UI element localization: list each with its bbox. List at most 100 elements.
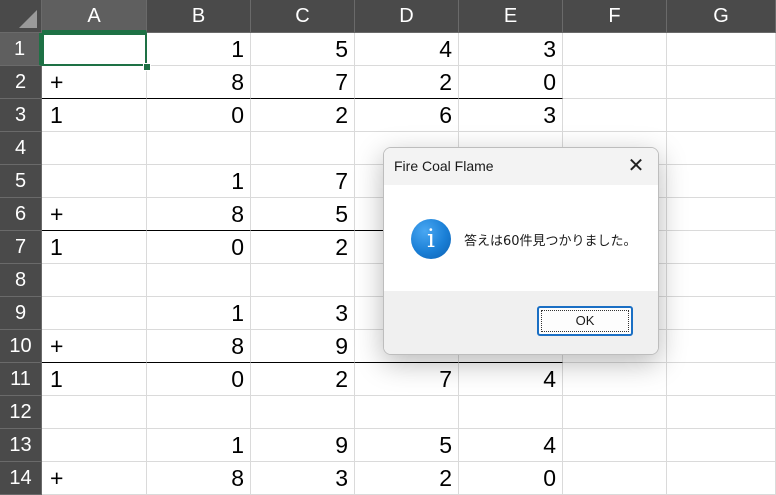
cell-c7[interactable]: 2 <box>251 231 355 264</box>
cell-b14[interactable]: 8 <box>147 462 251 495</box>
row-header-8[interactable]: 8 <box>0 264 42 297</box>
cell-c8[interactable] <box>251 264 355 297</box>
cell-b8[interactable] <box>147 264 251 297</box>
cell-g10[interactable] <box>667 330 776 363</box>
cell-a8[interactable] <box>42 264 147 297</box>
cell-a12[interactable] <box>42 396 147 429</box>
cell-b5[interactable]: 1 <box>147 165 251 198</box>
cell-d13[interactable]: 5 <box>355 429 459 462</box>
row-header-13[interactable]: 13 <box>0 429 42 462</box>
row-header-5[interactable]: 5 <box>0 165 42 198</box>
row-header-3[interactable]: 3 <box>0 99 42 132</box>
cell-f2[interactable] <box>563 66 667 99</box>
cell-d11[interactable]: 7 <box>355 363 459 396</box>
fill-handle[interactable] <box>143 63 151 71</box>
cell-b2[interactable]: 8 <box>147 66 251 99</box>
cell-a11[interactable]: 1 <box>42 363 147 396</box>
cell-g6[interactable] <box>667 198 776 231</box>
cell-b1[interactable]: 1 <box>147 33 251 66</box>
column-header-f[interactable]: F <box>563 0 667 33</box>
cell-f3[interactable] <box>563 99 667 132</box>
cell-c4[interactable] <box>251 132 355 165</box>
cell-c13[interactable]: 9 <box>251 429 355 462</box>
cell-c14[interactable]: 3 <box>251 462 355 495</box>
cell-g1[interactable] <box>667 33 776 66</box>
cell-b12[interactable] <box>147 396 251 429</box>
cell-d1[interactable]: 4 <box>355 33 459 66</box>
cell-c10[interactable]: 9 <box>251 330 355 363</box>
cell-e1[interactable]: 3 <box>459 33 563 66</box>
row-header-7[interactable]: 7 <box>0 231 42 264</box>
cell-b7[interactable]: 0 <box>147 231 251 264</box>
cell-g5[interactable] <box>667 165 776 198</box>
cell-c2[interactable]: 7 <box>251 66 355 99</box>
cell-a1[interactable] <box>42 33 147 66</box>
cell-c6[interactable]: 5 <box>251 198 355 231</box>
cell-c3[interactable]: 2 <box>251 99 355 132</box>
cell-d3[interactable]: 6 <box>355 99 459 132</box>
cell-g11[interactable] <box>667 363 776 396</box>
column-header-g[interactable]: G <box>667 0 776 33</box>
cell-e13[interactable]: 4 <box>459 429 563 462</box>
cell-a6[interactable]: + <box>42 198 147 231</box>
cell-d12[interactable] <box>355 396 459 429</box>
cell-g3[interactable] <box>667 99 776 132</box>
cell-g7[interactable] <box>667 231 776 264</box>
cell-f1[interactable] <box>563 33 667 66</box>
column-header-d[interactable]: D <box>355 0 459 33</box>
row-header-2[interactable]: 2 <box>0 66 42 99</box>
cell-e11[interactable]: 4 <box>459 363 563 396</box>
row-header-6[interactable]: 6 <box>0 198 42 231</box>
cell-b4[interactable] <box>147 132 251 165</box>
row-header-14[interactable]: 14 <box>0 462 42 495</box>
cell-f14[interactable] <box>563 462 667 495</box>
cell-a14[interactable]: + <box>42 462 147 495</box>
cell-g9[interactable] <box>667 297 776 330</box>
row-header-11[interactable]: 11 <box>0 363 42 396</box>
cell-d2[interactable]: 2 <box>355 66 459 99</box>
cell-g8[interactable] <box>667 264 776 297</box>
cell-a4[interactable] <box>42 132 147 165</box>
cell-g4[interactable] <box>667 132 776 165</box>
row-header-12[interactable]: 12 <box>0 396 42 429</box>
cell-c11[interactable]: 2 <box>251 363 355 396</box>
row-header-10[interactable]: 10 <box>0 330 42 363</box>
column-header-c[interactable]: C <box>251 0 355 33</box>
cell-c9[interactable]: 3 <box>251 297 355 330</box>
cell-e3[interactable]: 3 <box>459 99 563 132</box>
row-header-1[interactable]: 1 <box>0 33 42 66</box>
cell-c1[interactable]: 5 <box>251 33 355 66</box>
column-header-e[interactable]: E <box>459 0 563 33</box>
cell-f13[interactable] <box>563 429 667 462</box>
column-header-b[interactable]: B <box>147 0 251 33</box>
ok-button[interactable]: OK <box>537 306 633 336</box>
cell-b3[interactable]: 0 <box>147 99 251 132</box>
row-header-9[interactable]: 9 <box>0 297 42 330</box>
cell-a9[interactable] <box>42 297 147 330</box>
cell-g14[interactable] <box>667 462 776 495</box>
cell-a10[interactable]: + <box>42 330 147 363</box>
cell-b13[interactable]: 1 <box>147 429 251 462</box>
cell-g13[interactable] <box>667 429 776 462</box>
cell-g2[interactable] <box>667 66 776 99</box>
cell-a3[interactable]: 1 <box>42 99 147 132</box>
cell-b11[interactable]: 0 <box>147 363 251 396</box>
cell-b6[interactable]: 8 <box>147 198 251 231</box>
cell-e2[interactable]: 0 <box>459 66 563 99</box>
cell-c12[interactable] <box>251 396 355 429</box>
cell-b10[interactable]: 8 <box>147 330 251 363</box>
cell-e12[interactable] <box>459 396 563 429</box>
cell-c5[interactable]: 7 <box>251 165 355 198</box>
cell-a7[interactable]: 1 <box>42 231 147 264</box>
cell-f11[interactable] <box>563 363 667 396</box>
cell-e14[interactable]: 0 <box>459 462 563 495</box>
cell-b9[interactable]: 1 <box>147 297 251 330</box>
select-all-button[interactable] <box>0 0 42 33</box>
cell-f12[interactable] <box>563 396 667 429</box>
cell-a2[interactable]: + <box>42 66 147 99</box>
cell-d14[interactable]: 2 <box>355 462 459 495</box>
close-icon[interactable]: ✕ <box>614 148 658 185</box>
cell-g12[interactable] <box>667 396 776 429</box>
cell-a5[interactable] <box>42 165 147 198</box>
column-header-a[interactable]: A <box>42 0 147 33</box>
